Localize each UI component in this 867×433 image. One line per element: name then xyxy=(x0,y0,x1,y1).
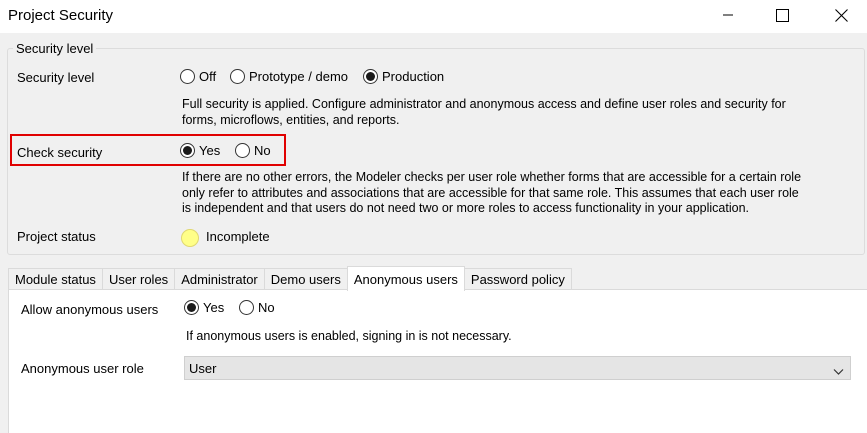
security-level-prototype-radio[interactable]: Prototype / demo xyxy=(230,69,348,84)
anonymous-user-role-select[interactable]: User xyxy=(184,356,851,380)
radio-circle xyxy=(235,143,250,158)
radio-circle xyxy=(363,69,378,84)
radio-circle xyxy=(239,300,254,315)
tab-administrator[interactable]: Administrator xyxy=(174,268,264,290)
allow-anonymous-yes-radio[interactable]: Yes xyxy=(184,300,224,315)
description-line: only refer to attributes and association… xyxy=(182,185,799,200)
tab-strip: Module status User roles Administrator D… xyxy=(8,266,572,291)
radio-circle xyxy=(180,143,195,158)
security-level-off-radio[interactable]: Off xyxy=(180,69,216,84)
radio-selected-dot xyxy=(366,72,375,81)
radio-label: No xyxy=(258,300,275,315)
window-title: Project Security xyxy=(8,7,114,24)
security-level-group-label: Security level xyxy=(13,41,97,56)
radio-label: Production xyxy=(382,69,445,84)
security-level-production-radio[interactable]: Production xyxy=(363,69,444,84)
description-line: If there are no other errors, the Modele… xyxy=(182,170,802,184)
anonymous-users-hint: If anonymous users is enabled, signing i… xyxy=(186,329,512,343)
radio-label: Prototype / demo xyxy=(249,69,348,84)
radio-label: Off xyxy=(199,69,217,84)
radio-circle xyxy=(180,69,195,84)
status-indicator-icon xyxy=(181,229,199,247)
project-status-label: Project status xyxy=(17,229,96,244)
radio-label: No xyxy=(254,143,271,158)
maximize-button[interactable] xyxy=(759,0,805,30)
tab-user-roles[interactable]: User roles xyxy=(101,268,175,290)
tab-demo-users[interactable]: Demo users xyxy=(263,268,347,290)
security-level-description: Full security is applied. Configure admi… xyxy=(182,97,786,128)
check-security-description: If there are no other errors, the Modele… xyxy=(182,170,801,217)
minimize-icon xyxy=(722,9,734,21)
title-bar: Project Security xyxy=(0,0,867,33)
tab-module-status[interactable]: Module status xyxy=(8,268,102,290)
description-line: is independent and that users do not nee… xyxy=(182,201,750,215)
close-button[interactable] xyxy=(818,0,864,30)
chevron-down-icon xyxy=(833,364,844,379)
description-line: forms, microflows, entities, and reports… xyxy=(182,112,400,127)
select-value: User xyxy=(189,360,217,376)
maximize-icon xyxy=(775,8,789,22)
allow-anonymous-no-radio[interactable]: No xyxy=(239,300,275,315)
radio-circle xyxy=(230,69,245,84)
minimize-button[interactable] xyxy=(705,0,751,30)
allow-anonymous-users-label: Allow anonymous users xyxy=(21,302,159,317)
tab-anonymous-users[interactable]: Anonymous users xyxy=(346,266,465,291)
description-line: Full security is applied. Configure admi… xyxy=(182,97,786,111)
security-level-label: Security level xyxy=(17,70,95,85)
anonymous-user-role-label: Anonymous user role xyxy=(21,361,144,376)
radio-label: Yes xyxy=(203,300,225,315)
radio-selected-dot xyxy=(187,303,196,312)
check-security-no-radio[interactable]: No xyxy=(235,143,271,158)
close-icon xyxy=(834,8,848,22)
radio-circle xyxy=(184,300,199,315)
radio-selected-dot xyxy=(183,146,192,155)
tab-password-policy[interactable]: Password policy xyxy=(464,268,572,290)
check-security-label: Check security xyxy=(17,145,103,160)
check-security-yes-radio[interactable]: Yes xyxy=(180,143,220,158)
radio-label: Yes xyxy=(199,143,221,158)
project-status-value: Incomplete xyxy=(206,229,270,244)
